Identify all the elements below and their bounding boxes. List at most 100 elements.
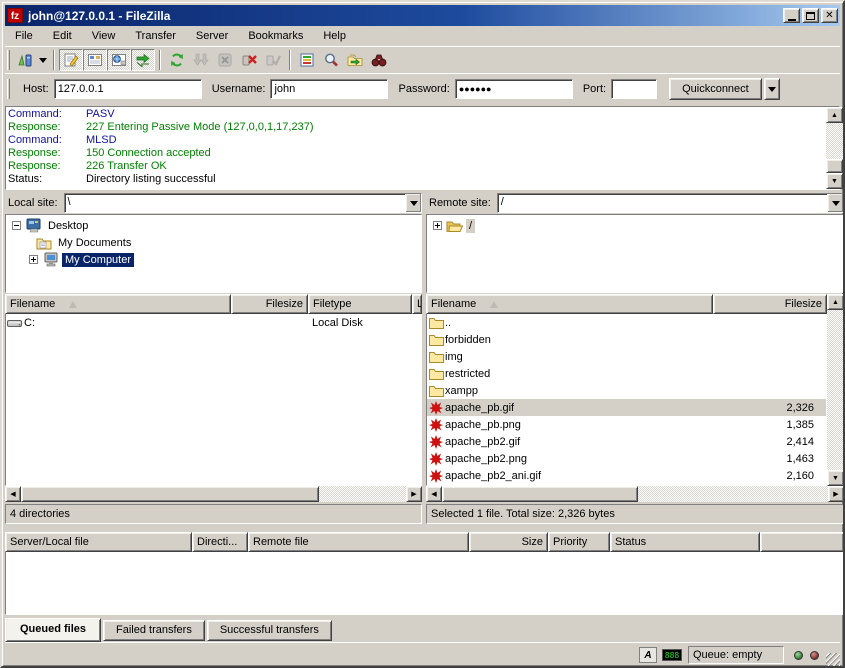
tree-item-my-computer[interactable]: My Computer (6, 251, 421, 268)
synchronized-browsing-button[interactable] (343, 49, 367, 71)
quickconnect-button[interactable]: Quickconnect (669, 78, 762, 100)
scroll-left-icon[interactable]: ◀ (5, 486, 21, 502)
directory-comparison-button[interactable] (319, 49, 343, 71)
scroll-up-icon[interactable]: ▲ (826, 107, 843, 123)
host-input[interactable] (54, 79, 202, 99)
scroll-thumb[interactable] (826, 159, 843, 173)
file-row[interactable]: xampp (427, 382, 826, 399)
local-tree[interactable]: Desktop My Documents My Computer (5, 214, 422, 293)
file-row-selected[interactable]: apache_pb.gif 2,326 (427, 399, 826, 416)
maximize-button[interactable] (802, 8, 819, 23)
quickconnect-grip[interactable] (7, 79, 10, 99)
port-input[interactable] (611, 79, 657, 99)
title-bar[interactable]: fz john@127.0.0.1 - FileZilla ✕ (5, 5, 840, 26)
column-size[interactable]: Size (469, 532, 548, 552)
file-row[interactable]: C: Local Disk (6, 314, 421, 331)
file-row[interactable]: apache_pb2_ani.gif 2,160 (427, 467, 826, 484)
remote-site-dropdown[interactable] (827, 194, 843, 212)
site-manager-button[interactable] (13, 49, 37, 71)
log-scrollbar[interactable]: ▲ ▼ (826, 107, 843, 189)
directory-filters-button[interactable] (295, 49, 319, 71)
column-filesize[interactable]: Filesize (713, 294, 827, 314)
menu-help[interactable]: Help (313, 27, 356, 45)
column-remote-file[interactable]: Remote file (248, 532, 469, 552)
find-files-button[interactable] (367, 49, 391, 71)
cancel-operation-button[interactable] (213, 49, 237, 71)
column-filename[interactable]: Filename (426, 294, 713, 314)
column-status[interactable]: Status (610, 532, 760, 552)
local-site-dropdown[interactable] (405, 194, 421, 212)
toggle-remote-tree-button[interactable] (107, 49, 131, 71)
scroll-left-icon[interactable]: ◀ (426, 486, 442, 502)
refresh-button[interactable] (165, 49, 189, 71)
scroll-thumb[interactable] (442, 486, 638, 502)
site-manager-dropdown[interactable] (37, 49, 49, 71)
tree-item-desktop[interactable]: Desktop (6, 217, 421, 234)
toggle-local-tree-button[interactable] (83, 49, 107, 71)
tree-item-root[interactable]: / (427, 217, 843, 234)
menu-bookmarks[interactable]: Bookmarks (238, 27, 313, 45)
tab-successful-transfers[interactable]: Successful transfers (207, 620, 332, 641)
quickconnect-dropdown[interactable] (764, 78, 780, 100)
remote-tree[interactable]: / (426, 214, 844, 293)
close-button[interactable]: ✕ (821, 8, 838, 23)
toggle-transfer-queue-button[interactable] (131, 49, 155, 71)
process-queue-button[interactable] (189, 49, 213, 71)
menu-edit[interactable]: Edit (43, 27, 82, 45)
expand-icon[interactable] (29, 255, 38, 264)
scroll-down-icon[interactable]: ▼ (826, 173, 843, 189)
file-row[interactable]: apache_pb2.png 1,463 (427, 450, 826, 467)
scroll-thumb[interactable] (21, 486, 319, 502)
resize-grip-icon[interactable] (826, 653, 840, 667)
password-input[interactable] (455, 79, 573, 99)
column-server-local-file[interactable]: Server/Local file (5, 532, 192, 552)
minimize-icon (788, 19, 796, 21)
column-direction[interactable]: Directi... (192, 532, 248, 552)
local-site-combo[interactable]: \ (64, 193, 422, 213)
menu-transfer[interactable]: Transfer (125, 27, 186, 45)
menu-server[interactable]: Server (186, 27, 238, 45)
column-priority[interactable]: Priority (548, 532, 610, 552)
column-filename[interactable]: Filename (5, 294, 231, 314)
remote-vscrollbar[interactable]: ▲ ▼ (827, 294, 844, 486)
tab-queued-files[interactable]: Queued files (5, 618, 101, 642)
scroll-right-icon[interactable]: ▶ (406, 486, 422, 502)
minimize-button[interactable] (783, 8, 800, 23)
local-file-list[interactable]: C: Local Disk (5, 314, 422, 486)
reconnect-button[interactable] (261, 49, 285, 71)
scroll-right-icon[interactable]: ▶ (828, 486, 844, 502)
column-filetype[interactable]: Filetype (308, 294, 412, 314)
remote-file-list[interactable]: .. forbidden img restricted xampp (426, 314, 827, 486)
file-row[interactable]: .. (427, 314, 826, 331)
documents-folder-icon (35, 236, 52, 250)
expand-icon[interactable] (433, 221, 442, 230)
file-row[interactable]: apache_pb2.gif 2,414 (427, 433, 826, 450)
column-filesize[interactable]: Filesize (231, 294, 308, 314)
column-last-modified[interactable]: L (412, 294, 422, 314)
collapse-icon[interactable] (12, 221, 21, 230)
disconnect-button[interactable] (237, 49, 261, 71)
menu-file[interactable]: File (5, 27, 43, 45)
file-row[interactable]: forbidden (427, 331, 826, 348)
remote-hscrollbar[interactable]: ◀ ▶ (426, 486, 844, 502)
speed-limits-icon[interactable]: 888 (662, 649, 682, 661)
scroll-down-icon[interactable]: ▼ (827, 470, 844, 486)
comparison-icon (323, 52, 339, 68)
toolbar-grip[interactable] (7, 50, 10, 70)
queue-list[interactable] (5, 552, 844, 615)
folder-icon (427, 367, 445, 380)
filter-icon (299, 52, 315, 68)
file-row[interactable]: img (427, 348, 826, 365)
local-hscrollbar[interactable]: ◀ ▶ (5, 486, 422, 502)
tab-failed-transfers[interactable]: Failed transfers (103, 620, 205, 641)
username-input[interactable] (270, 79, 388, 99)
remote-site-combo[interactable]: / (497, 193, 844, 213)
file-row[interactable]: restricted (427, 365, 826, 382)
message-log[interactable]: Command:PASV Response:227 Entering Passi… (5, 106, 840, 190)
tree-item-my-documents[interactable]: My Documents (6, 234, 421, 251)
transfer-type-icon[interactable]: A (639, 647, 657, 663)
menu-view[interactable]: View (82, 27, 126, 45)
file-row[interactable]: apache_pb.png 1,385 (427, 416, 826, 433)
toggle-message-log-button[interactable] (59, 49, 83, 71)
scroll-up-icon[interactable]: ▲ (827, 294, 844, 310)
